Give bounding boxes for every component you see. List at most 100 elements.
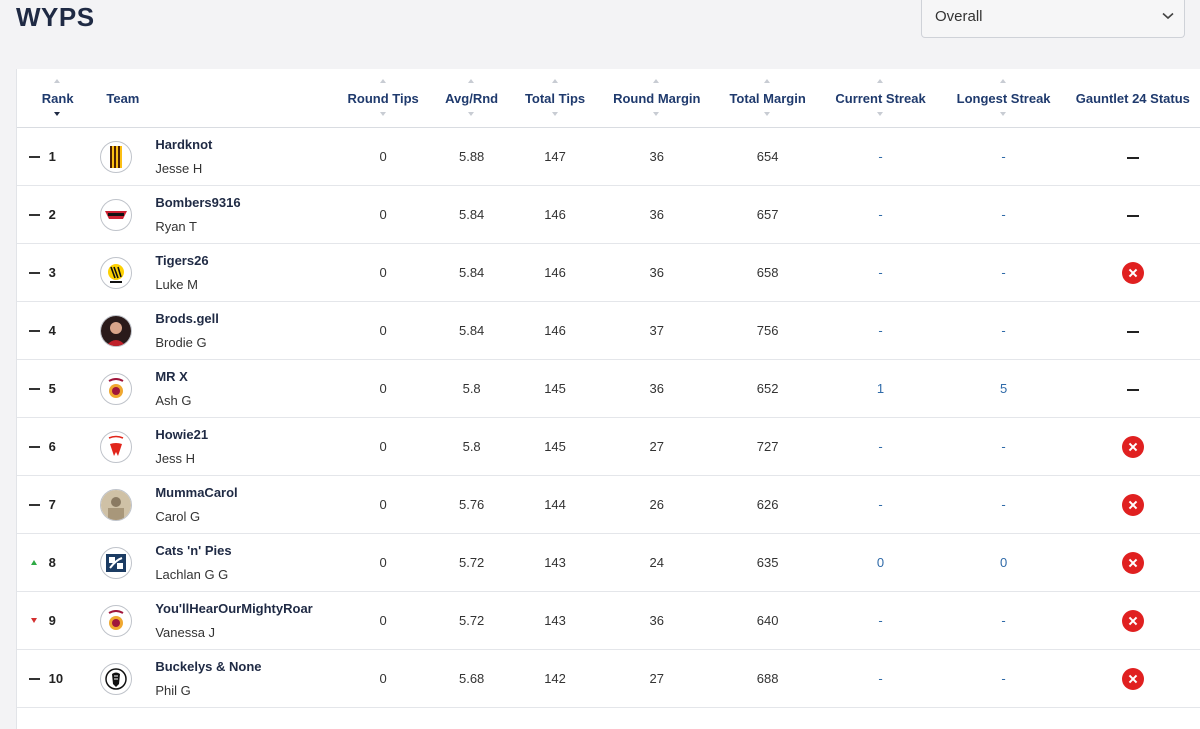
user-name: Ryan T [155,219,197,234]
total-tips-cell: 146 [513,185,597,244]
team-name[interactable]: You'llHearOurMightyRoar [155,601,336,616]
table-row[interactable]: 3 Tigers26 Luke M 0 5.84 146 36 658- - [17,243,1200,302]
table-row[interactable]: 10 Buckelys & None Phil G 0 5.68 142 27 688- - [17,649,1200,708]
total-tips-cell: 142 [513,649,597,708]
team-logo-cell [98,243,156,302]
avg-rnd-cell: 5.84 [429,301,514,360]
rank-cell: 4 [17,301,99,360]
rank-value: 9 [48,613,56,628]
sydney-logo [100,430,133,463]
current-streak-cell: 0 [818,533,943,592]
current-streak-cell: - [818,591,943,650]
table-row[interactable]: 4 Brods.gell Brodie G 0 5.84 146 37 756- - [17,301,1200,360]
team-cell[interactable]: Hardknot Jesse H [155,127,337,186]
table-row[interactable]: 9 You'llHearOurMightyRoar Vanessa J 0 5.72 14… [17,591,1200,650]
total-tips-cell: 145 [513,359,597,418]
rank-value: 2 [48,207,56,222]
rank-unchanged-icon [29,213,40,216]
vintage-photo [100,488,133,521]
col-header-round-margin[interactable]: Round Margin [596,69,717,128]
round-margin-cell: 24 [596,533,717,592]
table-row[interactable]: 1 Hardknot Jesse H 0 5.88 147 36 654- - [17,127,1200,186]
team-cell[interactable]: Bombers9316 Ryan T [155,185,337,244]
rank-change [29,265,45,280]
team-logo-cell [98,533,156,592]
team-cell[interactable]: Howie21 Jess H [155,417,337,476]
rank-value: 7 [48,497,56,512]
col-header-gauntlet-status: Gauntlet 24 Status [1064,69,1200,128]
team-logo-cell [98,185,156,244]
sort-asc-icon [877,79,884,83]
team-name[interactable]: MummaCarol [155,485,336,500]
user-name: Jesse H [155,161,203,176]
eliminated-x-icon [1121,609,1144,632]
table-row[interactable]: 2 Bombers9316 Ryan T 0 5.84 146 36 657- - [17,185,1200,244]
rank-cell: 6 [17,417,99,476]
round-tips-cell: 0 [336,185,430,244]
total-margin-cell: 657 [716,185,819,244]
brisbane-logo [100,372,133,405]
round-tips-cell: 0 [336,301,430,360]
col-header-round-tips[interactable]: Round Tips [336,69,430,128]
gauntlet-status-cell [1064,127,1200,186]
avg-rnd-cell: 5.72 [429,591,514,650]
col-header-total-margin[interactable]: Total Margin [716,69,819,128]
team-cell[interactable]: You'llHearOurMightyRoar Vanessa J [155,591,337,650]
rank-change [29,207,45,222]
rank-unchanged-icon [29,155,40,158]
sort-desc-icon [551,112,558,116]
team-cell[interactable]: Tigers26 Luke M [155,243,337,302]
team-name[interactable]: Howie21 [155,427,336,442]
user-name: Ash G [155,393,192,408]
brisbane-logo [100,604,133,637]
table-row[interactable]: 5 MR X Ash G 0 5.8 145 36 652 1 5 [17,359,1200,418]
col-header-avg-rnd[interactable]: Avg/Rnd [429,69,514,128]
team-name[interactable]: MR X [155,369,336,384]
total-margin-cell: 658 [716,243,819,302]
view-select-dropdown[interactable]: Overall [921,0,1185,38]
geelong-logo [100,546,133,579]
round-margin-cell: 26 [596,475,717,534]
sort-desc-icon [1000,112,1007,116]
team-cell[interactable]: MummaCarol Carol G [155,475,337,534]
team-name[interactable]: Buckelys & None [155,659,336,674]
richmond-logo [100,256,133,289]
round-margin-cell: 37 [596,301,717,360]
avg-rnd-cell: 5.84 [429,185,514,244]
sort-desc-icon [877,112,884,116]
eliminated-x-icon [1121,435,1144,458]
round-margin-cell: 36 [596,185,717,244]
table-row[interactable]: 8 Cats 'n' Pies Lachlan G G 0 5.72 143 24 635 0 0 [17,533,1200,592]
table-row[interactable]: 7 MummaCarol Carol G 0 5.76 144 26 626- - [17,475,1200,534]
current-streak-cell: - [818,301,943,360]
essendon-logo [100,198,133,231]
leaderboard-table: Rank Team Round Tips Avg/Rnd Total Tips … [17,69,1200,708]
table-header-row: Rank Team Round Tips Avg/Rnd Total Tips … [17,69,1200,128]
team-name[interactable]: Brods.gell [155,311,336,326]
team-name[interactable]: Cats 'n' Pies [155,543,336,558]
team-name[interactable]: Tigers26 [155,253,336,268]
rank-unchanged-icon [29,503,40,506]
avg-rnd-cell: 5.8 [429,359,514,418]
team-name[interactable]: Bombers9316 [155,195,336,210]
longest-streak-cell: - [942,301,1065,360]
user-name: Carol G [155,509,201,524]
col-header-team: Team [98,69,337,128]
team-logo-cell [98,591,156,650]
table-row[interactable]: 6 Howie21 Jess H 0 5.8 145 27 727- - [17,417,1200,476]
total-margin-cell: 640 [716,591,819,650]
team-cell[interactable]: Brods.gell Brodie G [155,301,337,360]
total-tips-cell: 143 [513,591,597,650]
total-margin-cell: 654 [716,127,819,186]
col-header-longest-streak[interactable]: Longest Streak [942,69,1065,128]
col-header-rank[interactable]: Rank [17,69,99,128]
round-tips-cell: 0 [336,475,430,534]
col-header-current-streak[interactable]: Current Streak [818,69,943,128]
longest-streak-cell: 5 [942,359,1065,418]
round-margin-cell: 36 [596,591,717,650]
team-cell[interactable]: Buckelys & None Phil G [155,649,337,708]
team-cell[interactable]: Cats 'n' Pies Lachlan G G [155,533,337,592]
team-name[interactable]: Hardknot [155,137,336,152]
team-cell[interactable]: MR X Ash G [155,359,337,418]
col-header-total-tips[interactable]: Total Tips [513,69,597,128]
